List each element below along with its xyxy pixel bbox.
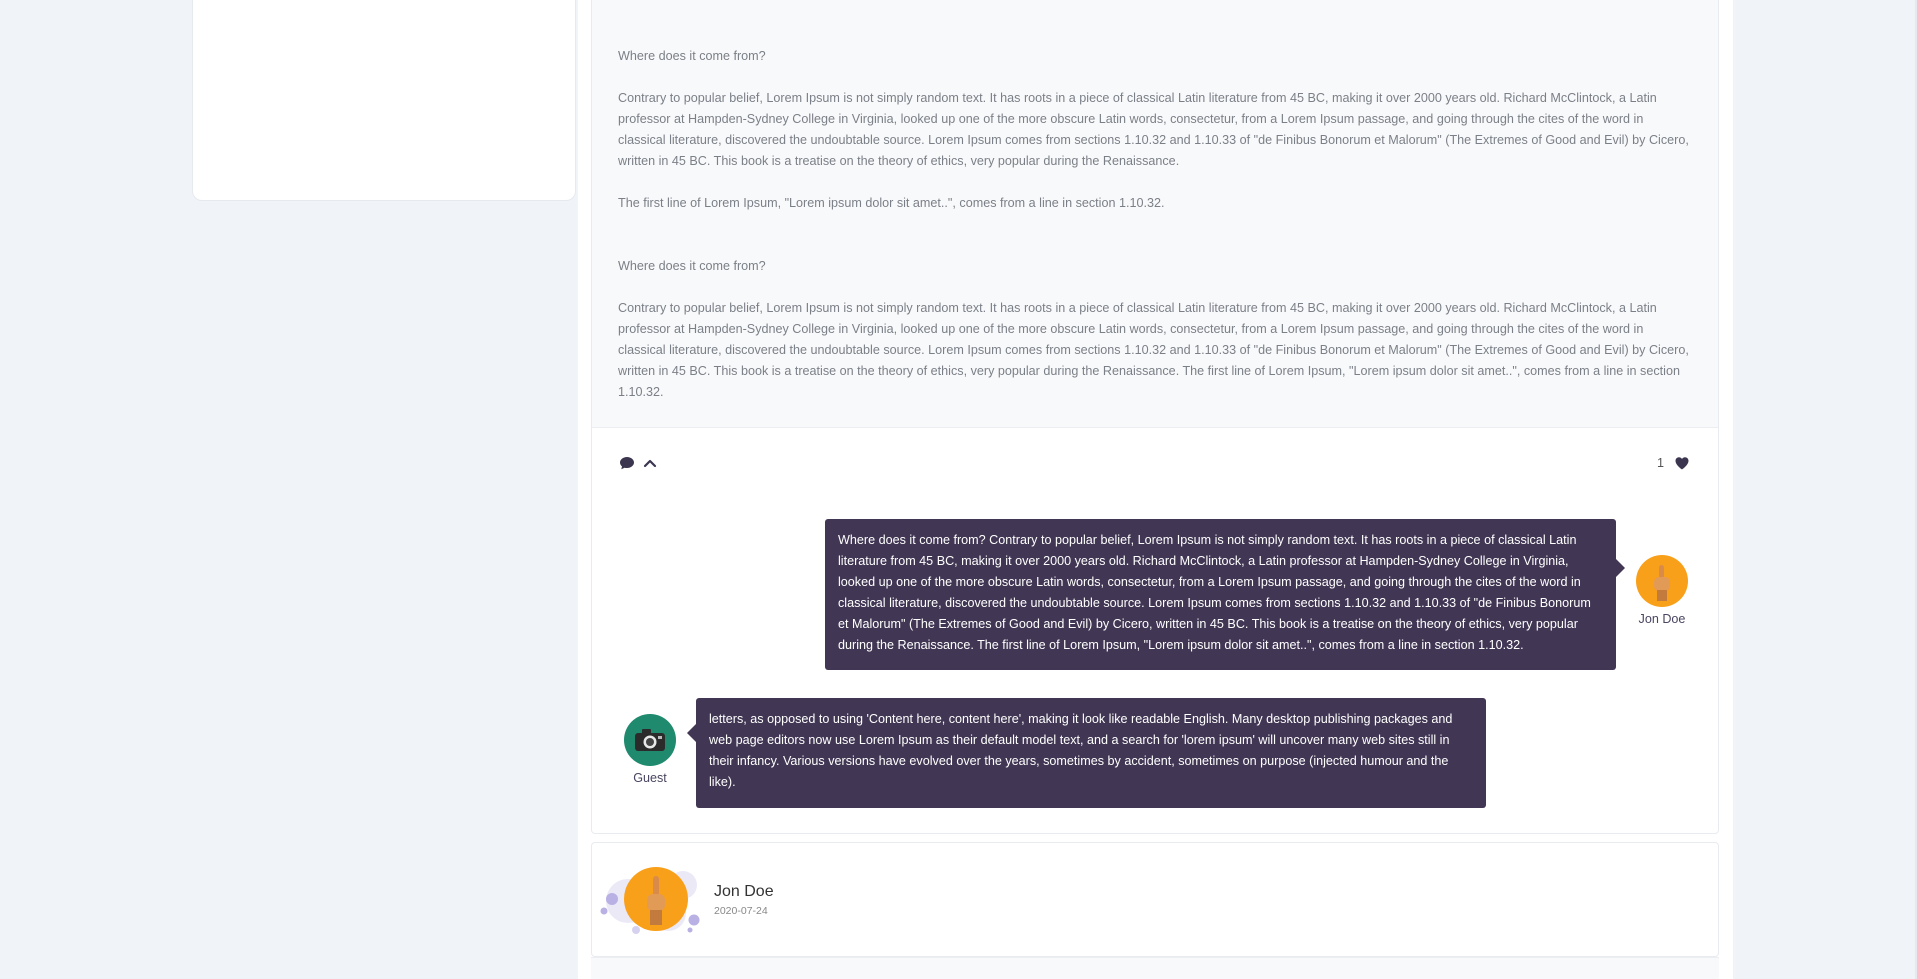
comment-text: Where does it come from? Contrary to pop… bbox=[838, 533, 1591, 652]
post-paragraph: Contrary to popular belief, Lorem Ipsum … bbox=[618, 91, 1689, 168]
comment-icon[interactable] bbox=[619, 455, 637, 473]
like-count: 1 bbox=[1656, 456, 1664, 470]
avatar[interactable] bbox=[1636, 555, 1688, 607]
chevron-up-icon[interactable] bbox=[642, 455, 660, 473]
comment-bubble: letters, as opposed to using 'Content he… bbox=[687, 698, 1486, 808]
author-card: Jon Doe 2020-07-24 bbox=[591, 842, 1719, 957]
post-actions: 1 bbox=[592, 428, 1718, 498]
next-post-preview bbox=[591, 957, 1719, 979]
post-heading: Where does it come from? bbox=[618, 49, 766, 63]
author-name[interactable]: Jon Doe bbox=[714, 883, 774, 901]
comment-bubble: Where does it come from? Contrary to pop… bbox=[825, 519, 1625, 670]
comment-author: Jon Doe bbox=[1638, 612, 1686, 626]
post-date: 2020-07-24 bbox=[714, 905, 768, 917]
post-heading: Where does it come from? bbox=[618, 259, 766, 273]
post-paragraph: The first line of Lorem Ipsum, "Lorem ip… bbox=[618, 196, 1165, 210]
hand-icon bbox=[1654, 565, 1670, 601]
hand-icon bbox=[647, 876, 665, 925]
author-avatar[interactable] bbox=[624, 867, 688, 931]
comment-text: letters, as opposed to using 'Content he… bbox=[709, 712, 1453, 789]
comment-author: Guest bbox=[633, 771, 667, 785]
avatar[interactable] bbox=[624, 714, 676, 766]
post-body: Where does it come from? Contrary to pop… bbox=[592, 0, 1718, 428]
post-card: Where does it come from? Contrary to pop… bbox=[591, 0, 1719, 834]
sidebar-card bbox=[192, 0, 576, 201]
heart-icon[interactable] bbox=[1674, 455, 1692, 473]
camera-icon bbox=[635, 729, 665, 751]
post-paragraph: Contrary to popular belief, Lorem Ipsum … bbox=[618, 301, 1689, 399]
